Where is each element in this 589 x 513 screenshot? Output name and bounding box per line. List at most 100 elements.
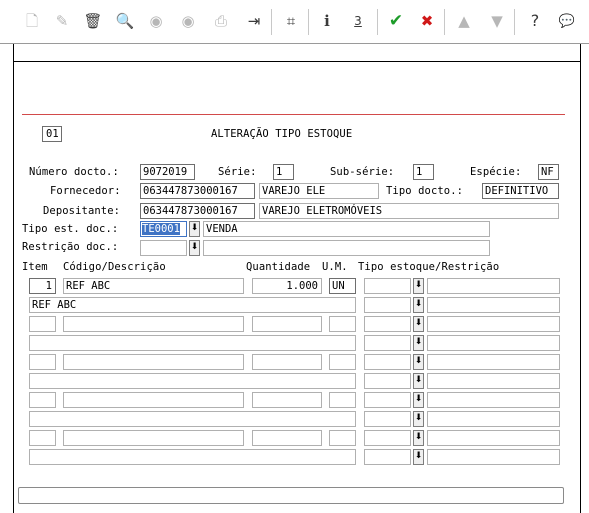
grid-quantidade-cell[interactable] <box>252 430 322 446</box>
toolbar: 🗋 ✎ 🗑 🔍 ◉ ◉ ⎙ ⇥ ⌗ i 3 ✔ ✖ ▲ ▼ ? 💬 <box>0 0 589 44</box>
grid-tipo-cell[interactable] <box>364 430 411 446</box>
numero-docto-field[interactable]: 9072019 <box>140 164 195 180</box>
exit-icon[interactable]: ⇥ <box>242 8 266 34</box>
grid-tipo-desc-cell <box>427 392 560 408</box>
down-arrow-icon[interactable]: ▼ <box>485 8 509 34</box>
grid-codigo-cell[interactable] <box>63 316 244 332</box>
grid-tipo-cell[interactable] <box>364 392 411 408</box>
tipo-est-desc-field: VENDA <box>203 221 490 237</box>
especie-label: Espécie: <box>470 166 522 178</box>
grid-description-cell: REF ABC <box>29 297 356 313</box>
grid-tipo-dropdown-icon[interactable]: ⬇ <box>413 392 424 408</box>
grid-restricao-dropdown-icon[interactable]: ⬇ <box>413 335 424 351</box>
grid-tipo-dropdown-icon[interactable]: ⬇ <box>413 430 424 446</box>
grid-item-cell[interactable] <box>29 392 56 408</box>
grid-restricao-desc-cell <box>427 335 560 351</box>
tipo-docto-field[interactable]: DEFINITIVO <box>482 183 559 199</box>
toolbar-separator <box>377 9 378 35</box>
grid-quantidade-cell[interactable] <box>252 316 322 332</box>
previous-icon[interactable]: ◉ <box>144 8 168 34</box>
grid-codigo-cell[interactable] <box>63 354 244 370</box>
grid-restricao-desc-cell <box>427 449 560 465</box>
grid-quantidade-cell[interactable]: 1.000 <box>252 278 322 294</box>
grid-quantidade-cell[interactable] <box>252 392 322 408</box>
grid-item-cell[interactable]: 1 <box>29 278 56 294</box>
grid-um-cell[interactable] <box>329 354 356 370</box>
next-icon[interactable]: ◉ <box>176 8 200 34</box>
fornecedor-code-field[interactable]: 063447873000167 <box>140 183 255 199</box>
grid-restricao-cell[interactable] <box>364 373 411 389</box>
search-icon[interactable]: 🔍 <box>113 8 137 34</box>
grid-tipo-dropdown-icon[interactable]: ⬇ <box>413 316 424 332</box>
restricao-desc-field <box>203 240 490 256</box>
grid-item-cell[interactable] <box>29 316 56 332</box>
grid-um-cell[interactable]: UN <box>329 278 356 294</box>
toolbar-separator <box>444 9 445 35</box>
grid-restricao-cell[interactable] <box>364 297 411 313</box>
restricao-doc-field[interactable] <box>140 240 187 256</box>
toolbar-separator <box>514 9 515 35</box>
grid-restricao-desc-cell <box>427 373 560 389</box>
grid-description-cell <box>29 449 356 465</box>
status-bar <box>18 487 564 504</box>
page-title: ALTERAÇÃO TIPO ESTOQUE <box>211 128 353 140</box>
grid-quantidade-cell[interactable] <box>252 354 322 370</box>
header-divider <box>22 114 565 115</box>
print-icon[interactable]: ⎙ <box>209 8 233 34</box>
grid-restricao-cell[interactable] <box>364 449 411 465</box>
grid-restricao-cell[interactable] <box>364 335 411 351</box>
restricao-dropdown-icon[interactable]: ⬇ <box>189 240 200 256</box>
serie-field[interactable]: 1 <box>273 164 294 180</box>
col-header-item: Item <box>22 261 48 273</box>
tipo-est-doc-field[interactable]: TE0001 <box>140 221 187 237</box>
grid-tipo-cell[interactable] <box>364 354 411 370</box>
underline-three-icon[interactable]: 3 <box>346 8 370 34</box>
cancel-x-icon[interactable]: ✖ <box>415 8 439 34</box>
serie-label: Série: <box>218 166 257 178</box>
trash-icon[interactable]: 🗑 <box>81 8 105 34</box>
tipo-est-dropdown-icon[interactable]: ⬇ <box>189 221 200 237</box>
grid-codigo-cell[interactable]: REF ABC <box>63 278 244 294</box>
subserie-label: Sub-série: <box>330 166 395 178</box>
binoculars-icon[interactable]: ⌗ <box>279 8 303 34</box>
subserie-field[interactable]: 1 <box>413 164 434 180</box>
grid-item-cell[interactable] <box>29 354 56 370</box>
col-header-um: U.M. <box>322 261 348 273</box>
grid-restricao-dropdown-icon[interactable]: ⬇ <box>413 449 424 465</box>
grid-codigo-cell[interactable] <box>63 392 244 408</box>
grid-um-cell[interactable] <box>329 392 356 408</box>
help-icon[interactable]: ? <box>523 8 547 34</box>
depositante-name-field[interactable]: VAREJO ELETROMÓVEIS <box>259 203 559 219</box>
grid-tipo-desc-cell <box>427 354 560 370</box>
depositante-label: Depositante: <box>43 205 121 217</box>
grid-um-cell[interactable] <box>329 430 356 446</box>
grid-restricao-dropdown-icon[interactable]: ⬇ <box>413 297 424 313</box>
chat-icon[interactable]: 💬 <box>555 8 579 34</box>
grid-tipo-cell[interactable] <box>364 278 411 294</box>
grid-restricao-dropdown-icon[interactable]: ⬇ <box>413 411 424 427</box>
grid-um-cell[interactable] <box>329 316 356 332</box>
up-arrow-icon[interactable]: ▲ <box>452 8 476 34</box>
grid-tipo-cell[interactable] <box>364 316 411 332</box>
especie-field[interactable]: NF <box>538 164 559 180</box>
grid-codigo-cell[interactable] <box>63 430 244 446</box>
depositante-code-field[interactable]: 063447873000167 <box>140 203 255 219</box>
tipo-est-doc-value: TE0001 <box>142 223 180 235</box>
grid-tipo-dropdown-icon[interactable]: ⬇ <box>413 354 424 370</box>
confirm-check-icon[interactable]: ✔ <box>384 8 408 34</box>
fornecedor-name-field[interactable]: VAREJO ELE <box>259 183 379 199</box>
numero-docto-label: Número docto.: <box>29 166 119 178</box>
fornecedor-label: Fornecedor: <box>50 185 121 197</box>
grid-description-cell <box>29 373 356 389</box>
grid-tipo-desc-cell <box>427 316 560 332</box>
grid-item-cell[interactable] <box>29 430 56 446</box>
new-document-icon[interactable]: 🗋 <box>20 8 44 34</box>
grid-tipo-dropdown-icon[interactable]: ⬇ <box>413 278 424 294</box>
info-icon[interactable]: i <box>315 8 339 34</box>
grid-restricao-cell[interactable] <box>364 411 411 427</box>
edit-icon[interactable]: ✎ <box>50 8 74 34</box>
grid-description-cell <box>29 411 356 427</box>
grid-restricao-dropdown-icon[interactable]: ⬇ <box>413 373 424 389</box>
grid-tipo-desc-cell <box>427 430 560 446</box>
restricao-doc-label: Restrição doc.: <box>22 241 119 253</box>
